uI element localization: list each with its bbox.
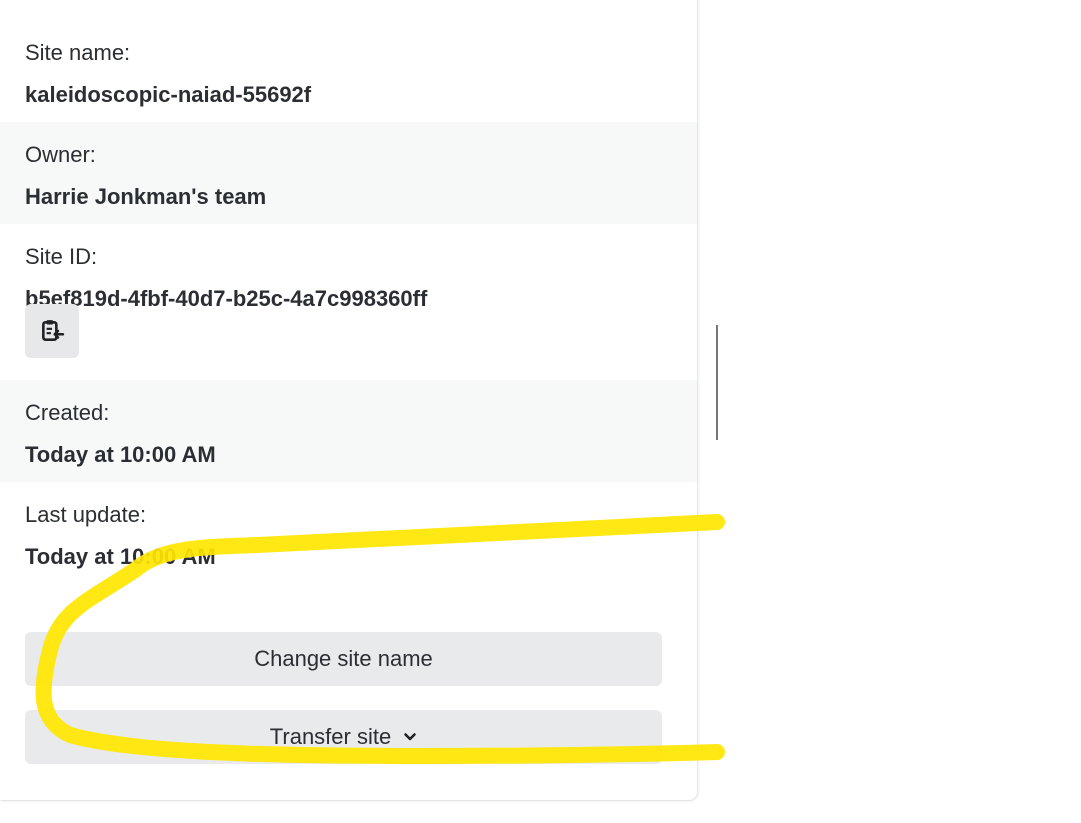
copy-site-id-button[interactable]: [25, 304, 79, 358]
site-name-value: kaleidoscopic-naiad-55692f: [25, 82, 312, 107]
site-id-label: Site ID:: [25, 244, 98, 269]
transfer-site-button[interactable]: Transfer site: [25, 710, 662, 764]
transfer-site-label: Transfer site: [269, 724, 392, 749]
created-row: Created: Today at 10:00 AM: [0, 380, 697, 482]
owner-label: Owner:: [25, 142, 96, 167]
site-id-row: Site ID: b5ef819d-4fbf-40d7-b25c-4a7c998…: [0, 224, 697, 380]
change-site-name-button[interactable]: Change site name: [25, 632, 662, 686]
change-site-name-label: Change site name: [254, 646, 433, 671]
site-information-panel: Site name: kaleidoscopic-naiad-55692f Ow…: [0, 0, 697, 800]
created-value: Today at 10:00 AM: [25, 442, 216, 467]
site-name-row: Site name: kaleidoscopic-naiad-55692f: [0, 0, 697, 122]
owner-row: Owner: Harrie Jonkman's team: [0, 122, 697, 224]
clipboard-copy-icon: [42, 320, 65, 341]
last-update-value: Today at 10:00 AM: [25, 544, 216, 569]
scrollbar-thumb[interactable]: [716, 325, 718, 440]
site-details-page: Site name: kaleidoscopic-naiad-55692f Ow…: [0, 0, 1081, 823]
site-id-value: b5ef819d-4fbf-40d7-b25c-4a7c998360ff: [25, 286, 428, 311]
site-name-label: Site name:: [25, 40, 131, 65]
last-update-row: Last update: Today at 10:00 AM: [0, 482, 697, 584]
created-label: Created:: [25, 400, 110, 425]
chevron-down-icon: [404, 733, 417, 741]
last-update-label: Last update:: [25, 502, 147, 527]
owner-value: Harrie Jonkman's team: [25, 184, 267, 209]
